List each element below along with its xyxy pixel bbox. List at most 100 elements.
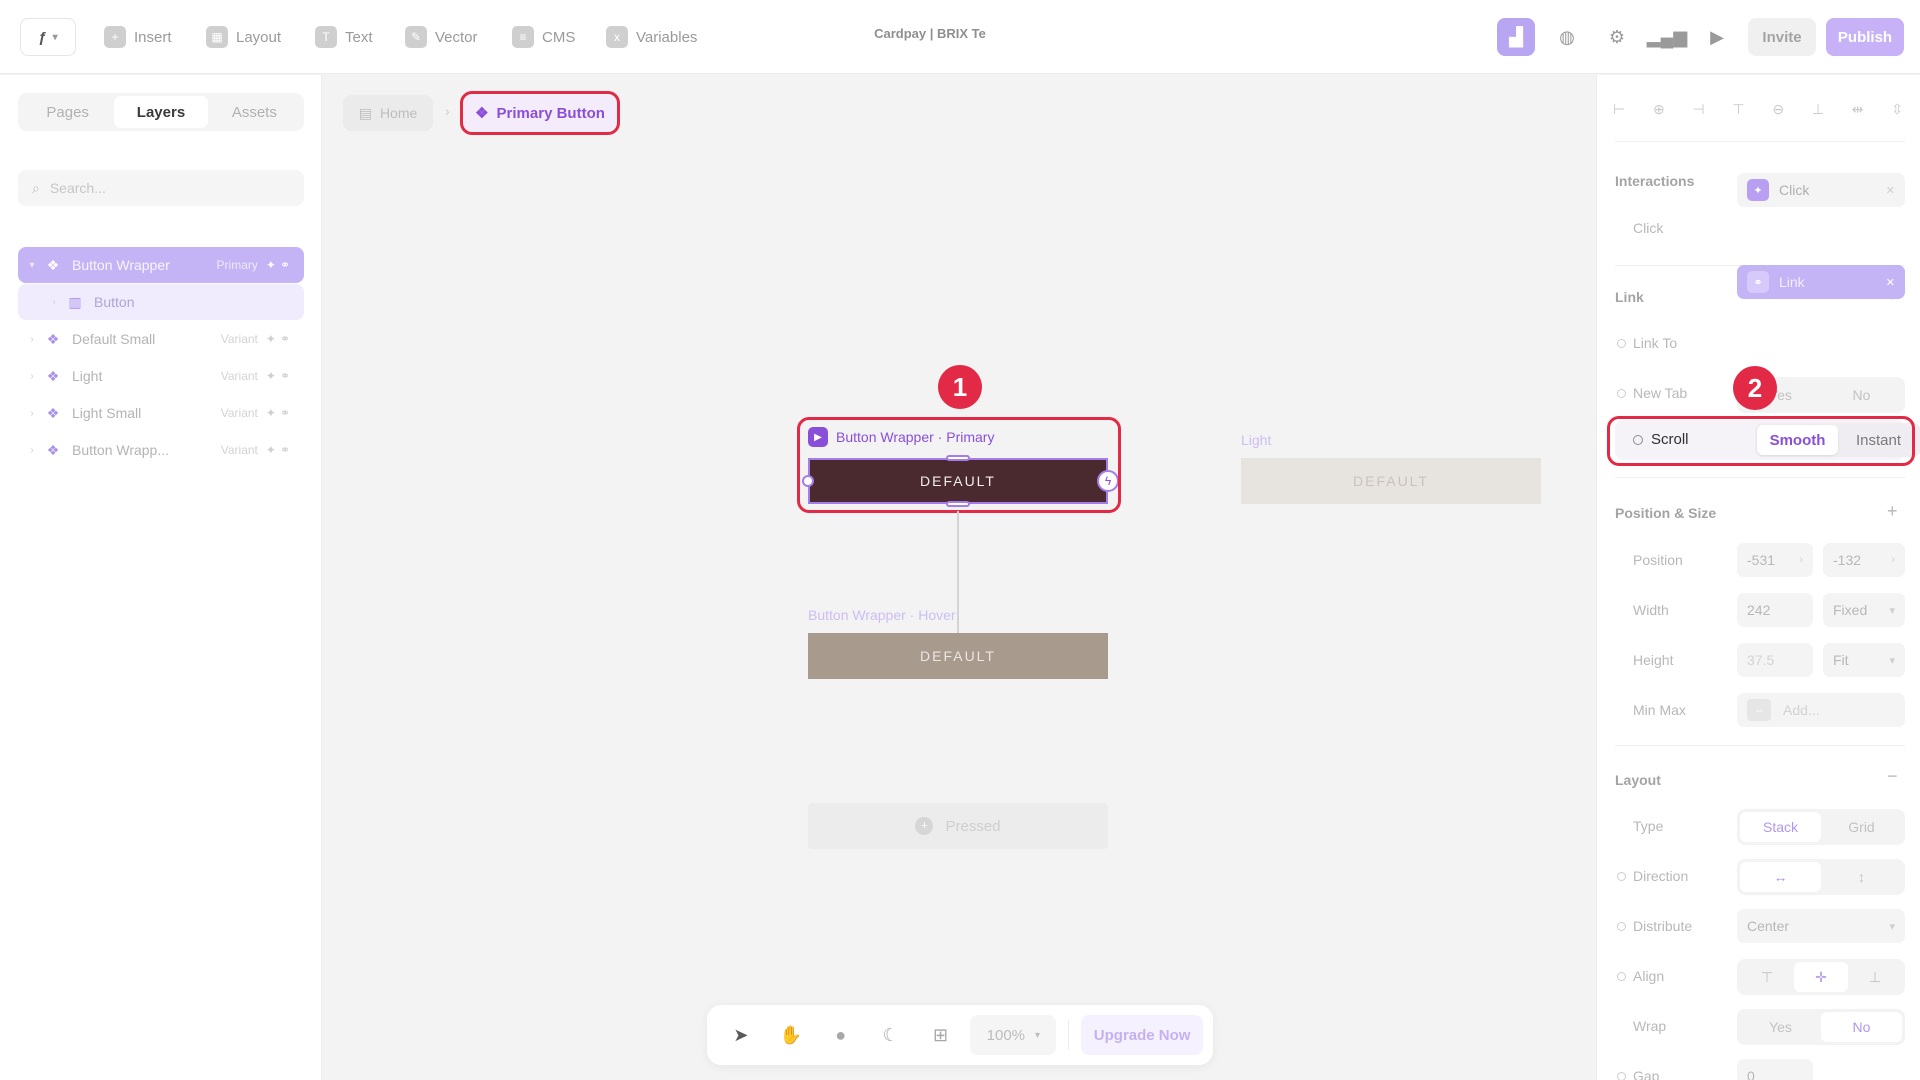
layer-tag: Variant (220, 443, 258, 457)
width-value: 242 (1747, 602, 1771, 618)
direction-horizontal[interactable]: ↔ (1740, 862, 1821, 892)
distribute-v-icon[interactable]: ⇳ (1891, 101, 1903, 125)
bar-chart-icon: ▟ (1509, 26, 1523, 47)
upgrade-now-button[interactable]: Upgrade Now (1081, 1015, 1203, 1055)
light-frame-label[interactable]: Light (1241, 432, 1271, 448)
analytics-button[interactable]: ▂▄▆ (1647, 18, 1687, 56)
insert-menu[interactable]: + Insert (104, 24, 172, 50)
layer-actions-icon[interactable]: ✦⚭ (266, 406, 294, 420)
gap-field[interactable]: 0 (1737, 1059, 1813, 1080)
framer-logo-menu[interactable]: ƒ ▾ (20, 18, 76, 56)
height-mode-select[interactable]: Fit ▾ (1823, 643, 1905, 677)
search-input[interactable] (49, 180, 270, 196)
layer-name: Light (72, 368, 103, 384)
layout-menu[interactable]: ▦ Layout (206, 24, 281, 50)
width-field[interactable]: 242 (1737, 593, 1813, 627)
layer-row[interactable]: › ❖ Default Small Variant ✦⚭ (18, 321, 304, 357)
publish-button[interactable]: Publish (1826, 18, 1904, 56)
layer-actions-icon[interactable]: ✦⚭ (266, 369, 294, 383)
distribute-h-icon[interactable]: ⇹ (1852, 101, 1864, 125)
hand-tool-button[interactable]: ✋ (767, 1014, 815, 1056)
height-field[interactable]: 37.5 (1737, 643, 1813, 677)
layer-tag: Variant (220, 406, 258, 420)
direction-vertical[interactable]: ↕ (1821, 862, 1902, 892)
preview-button[interactable]: ▶ (1698, 18, 1736, 56)
add-position-icon[interactable]: + (1887, 501, 1898, 522)
cursor-icon: ➤ (733, 1024, 749, 1045)
analytics-mode-button[interactable]: ▟ (1497, 18, 1535, 56)
align-center-v-icon[interactable]: ⊖ (1772, 101, 1784, 125)
design-canvas[interactable]: ▤ Home › ❖ Primary Button ▶ Button Wrapp… (323, 75, 1595, 1080)
width-mode-select[interactable]: Fixed ▾ (1823, 593, 1905, 627)
layout-type-stack[interactable]: Stack (1740, 812, 1821, 842)
layer-row[interactable]: › ❖ Button Wrapp... Variant ✦⚭ (18, 432, 304, 468)
layer-row[interactable]: ▾ ❖ Button Wrapper Primary ✦⚭ (18, 247, 304, 283)
grid-tool-button[interactable]: ⊞ (917, 1014, 965, 1056)
select-tool-button[interactable]: ➤ (717, 1014, 765, 1056)
zoom-select[interactable]: 100% ▾ (970, 1015, 1057, 1055)
wrap-no[interactable]: No (1821, 1012, 1902, 1042)
layer-actions-icon[interactable]: ✦⚭ (266, 332, 294, 346)
invite-button[interactable]: Invite (1748, 18, 1816, 56)
align-right-icon[interactable]: ⊣ (1692, 101, 1704, 125)
dark-mode-button[interactable]: ☾ (867, 1014, 915, 1056)
tab-pages[interactable]: Pages (21, 96, 114, 128)
chevron-right-icon[interactable]: › (24, 334, 40, 345)
hover-frame-label[interactable]: Button Wrapper · Hover (808, 607, 956, 623)
component-icon: ❖ (46, 330, 60, 347)
vector-menu[interactable]: ✎ Vector (405, 24, 478, 50)
chevron-right-icon[interactable]: › (24, 371, 40, 382)
align-bottom-icon: ⊥ (1868, 968, 1882, 985)
chevron-right-icon[interactable]: › (24, 408, 40, 419)
text-label: Text (345, 28, 373, 46)
align-center-h-icon[interactable]: ⊕ (1653, 101, 1665, 125)
tab-layers[interactable]: Layers (114, 96, 208, 128)
cms-menu[interactable]: ≡ CMS (512, 24, 575, 50)
new-tab-label: New Tab (1616, 385, 1688, 401)
chevron-down-icon[interactable]: ▾ (24, 260, 40, 271)
layout-type-grid[interactable]: Grid (1821, 812, 1902, 842)
chevron-right-icon[interactable]: › (24, 445, 40, 456)
collapse-layout-icon[interactable]: − (1887, 766, 1898, 787)
hover-frame-label-text: Button Wrapper · Hover (808, 607, 956, 623)
align-start[interactable]: ⊤ (1740, 962, 1794, 992)
variables-icon: x (606, 26, 628, 48)
layer-actions-icon[interactable]: ✦⚭ (266, 258, 294, 272)
link-to-field[interactable]: ⚭ Link ✕ (1737, 265, 1905, 299)
tab-assets[interactable]: Assets (208, 96, 301, 128)
layer-row[interactable]: › ▥ Button (18, 284, 304, 320)
zoom-value: 100% (986, 1026, 1026, 1044)
align-left-icon[interactable]: ⊢ (1613, 101, 1625, 125)
width-label: Width (1633, 602, 1669, 618)
variables-menu[interactable]: x Variables (606, 24, 697, 50)
align-end[interactable]: ⊥ (1848, 962, 1902, 992)
align-center[interactable]: ✛ (1794, 962, 1848, 992)
comment-tool-button[interactable]: ● (817, 1014, 865, 1056)
layer-row[interactable]: › ❖ Light Small Variant ✦⚭ (18, 395, 304, 431)
align-top-icon[interactable]: ⊤ (1732, 101, 1744, 125)
layer-tag: Primary (216, 258, 258, 272)
new-tab-no[interactable]: No (1821, 380, 1902, 410)
minmax-field[interactable]: ⇔ Add... (1737, 693, 1905, 727)
hover-default-button[interactable]: DEFAULT (808, 633, 1108, 679)
wrap-yes[interactable]: Yes (1740, 1012, 1821, 1042)
light-default-button[interactable]: DEFAULT (1241, 458, 1541, 504)
layer-actions-icon[interactable]: ✦⚭ (266, 443, 294, 457)
chevron-right-icon[interactable]: › (46, 297, 62, 308)
click-interaction-field[interactable]: ✦ Click ✕ (1737, 173, 1905, 207)
breadcrumb-home[interactable]: ▤ Home (343, 95, 433, 131)
component-icon: ❖ (46, 256, 60, 273)
add-pressed-variant-button[interactable]: + Pressed (808, 803, 1108, 849)
text-menu[interactable]: T Text (315, 24, 373, 50)
distribute-select[interactable]: Center ▾ (1737, 909, 1905, 943)
position-y-field[interactable]: -132 › (1823, 543, 1905, 577)
layout-title: Layout (1615, 772, 1661, 788)
close-icon[interactable]: ✕ (1886, 276, 1895, 289)
settings-button[interactable]: ⚙ (1598, 18, 1636, 56)
align-bottom-icon[interactable]: ⊥ (1812, 101, 1824, 125)
position-x-field[interactable]: -531 › (1737, 543, 1813, 577)
globe-button[interactable]: ◍ (1548, 18, 1586, 56)
close-icon[interactable]: ✕ (1886, 184, 1895, 197)
document-title[interactable]: Cardpay | BRIX Te (820, 26, 1040, 41)
layer-row[interactable]: › ❖ Light Variant ✦⚭ (18, 358, 304, 394)
